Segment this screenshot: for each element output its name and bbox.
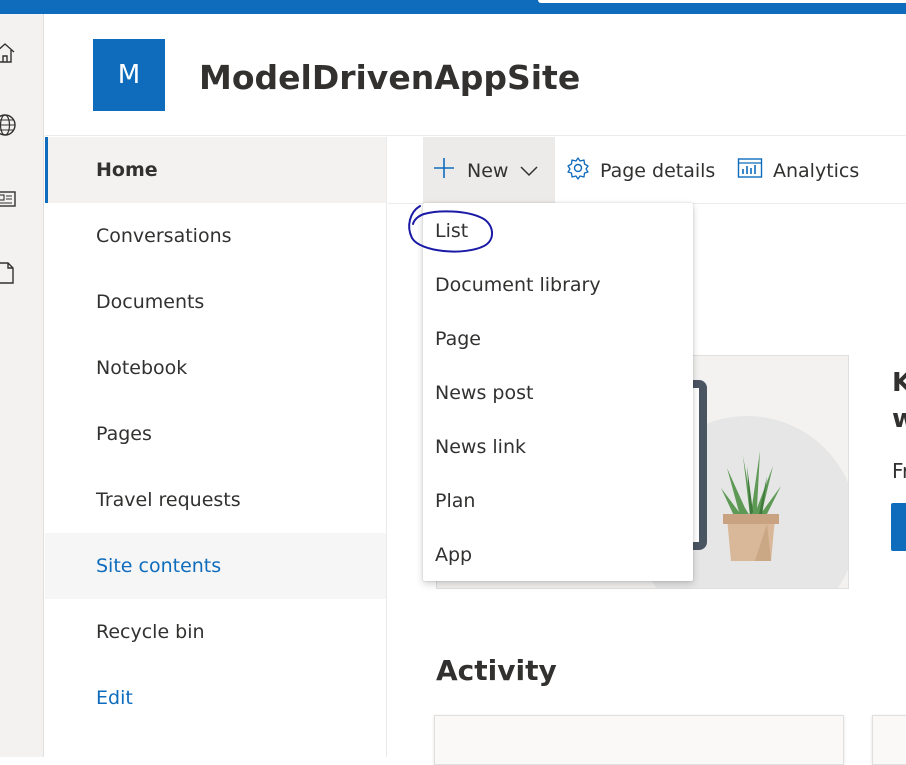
- new-dropdown-menu: List Document library Page News post New…: [423, 203, 693, 581]
- nav-item-notebook[interactable]: Notebook: [45, 335, 386, 401]
- activity-heading: Activity: [436, 654, 557, 687]
- plant-illustration: [715, 446, 785, 570]
- site-title[interactable]: ModelDrivenAppSite: [199, 58, 580, 97]
- globe-icon[interactable]: [0, 110, 20, 140]
- menu-item-page[interactable]: Page: [423, 312, 693, 366]
- menu-item-plan[interactable]: Plan: [423, 474, 693, 528]
- nav-item-conversations[interactable]: Conversations: [45, 203, 386, 269]
- nav-item-documents[interactable]: Documents: [45, 269, 386, 335]
- analytics-button[interactable]: Analytics: [737, 137, 859, 204]
- activity-card-2[interactable]: [872, 715, 906, 765]
- nav-item-home[interactable]: Home: [45, 137, 386, 203]
- site-logo[interactable]: M: [93, 39, 165, 111]
- welcome-card-partial: K w Fr: [880, 355, 906, 589]
- suite-search-box[interactable]: [538, 0, 906, 3]
- nav-item-travel-requests[interactable]: Travel requests: [45, 467, 386, 533]
- welcome-action-button[interactable]: [891, 503, 906, 551]
- analytics-icon: [737, 157, 763, 184]
- welcome-text: Fr: [892, 459, 906, 483]
- nav-item-pages[interactable]: Pages: [45, 401, 386, 467]
- activity-card[interactable]: [434, 715, 844, 765]
- gear-icon: [566, 156, 590, 185]
- site-header: M ModelDrivenAppSite: [45, 14, 906, 136]
- document-icon[interactable]: [0, 258, 20, 288]
- page-details-label: Page details: [600, 159, 716, 182]
- page-details-button[interactable]: Page details: [566, 137, 715, 204]
- plus-icon: [433, 157, 455, 184]
- home-icon[interactable]: [0, 38, 20, 68]
- command-bar: New Page details Analytics: [388, 137, 906, 204]
- nav-item-recycle-bin[interactable]: Recycle bin: [45, 599, 386, 665]
- menu-item-news-post[interactable]: News post: [423, 366, 693, 420]
- menu-item-app[interactable]: App: [423, 528, 693, 582]
- menu-item-news-link[interactable]: News link: [423, 420, 693, 474]
- menu-item-list[interactable]: List: [423, 204, 693, 258]
- menu-item-document-library[interactable]: Document library: [423, 258, 693, 312]
- welcome-heading-line1: K: [892, 368, 906, 398]
- new-button[interactable]: New: [423, 137, 555, 204]
- nav-item-site-contents[interactable]: Site contents: [45, 533, 386, 599]
- nav-edit-link[interactable]: Edit: [45, 665, 386, 731]
- app-rail: [0, 14, 44, 757]
- welcome-heading-line2: w: [892, 404, 906, 434]
- analytics-label: Analytics: [773, 159, 860, 182]
- new-button-label: New: [467, 159, 509, 182]
- chevron-down-icon: [520, 160, 538, 182]
- suite-bar: [0, 0, 906, 14]
- left-navigation: Home Conversations Documents Notebook Pa…: [45, 137, 387, 757]
- news-icon[interactable]: [0, 184, 20, 214]
